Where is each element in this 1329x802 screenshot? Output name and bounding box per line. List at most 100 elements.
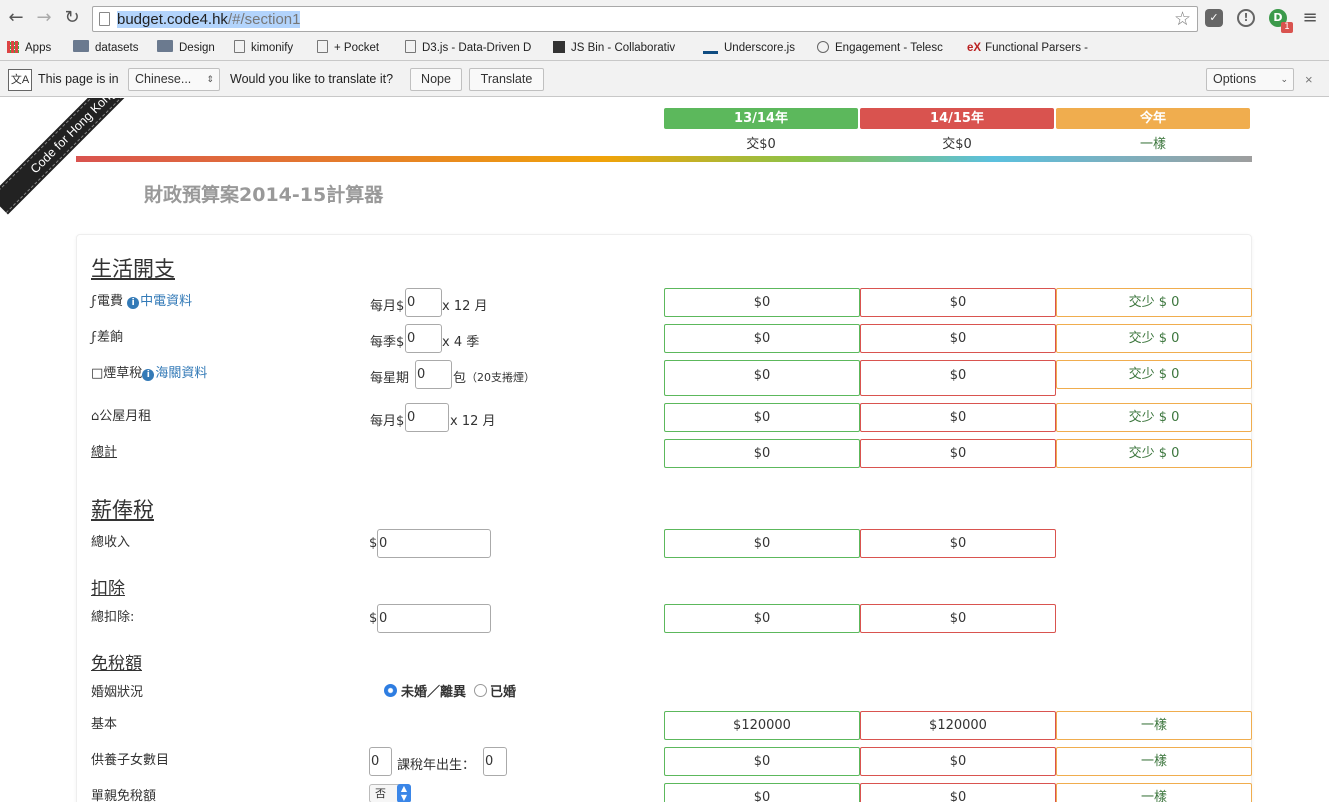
income-label: 總收入: [91, 535, 131, 550]
close-icon[interactable]: ×: [1305, 72, 1313, 87]
edx-icon: eX: [967, 42, 982, 54]
income-input[interactable]: 0: [377, 529, 491, 558]
folder-icon: [157, 40, 173, 52]
tobacco-1314: $0: [664, 360, 860, 396]
translate-bar: 文A This page is in Chinese... ⇕ Would you…: [0, 60, 1329, 97]
bookmark-engagement[interactable]: Engagement - Telesc: [817, 40, 953, 56]
summary-1314: 交$0: [746, 137, 776, 152]
bookmark-design[interactable]: Design: [157, 40, 215, 56]
bookmark-star-icon[interactable]: ☆: [1174, 8, 1191, 30]
back-arrow-icon[interactable]: ←: [6, 8, 26, 28]
rates-label: ϝ差餉: [91, 330, 123, 345]
reload-icon[interactable]: ↻: [62, 8, 82, 28]
deductions-heading: 扣除: [91, 579, 125, 599]
bookmark-pocket[interactable]: + Pocket: [317, 40, 379, 56]
url-path: /#/section1: [227, 11, 301, 28]
tobacco-note: （20支捲煙）: [466, 371, 535, 384]
chevron-down-icon: ⌄: [1280, 74, 1288, 84]
tobacco-prefix: 每星期: [370, 371, 410, 386]
page-icon: [405, 40, 416, 53]
bookmark-apps[interactable]: Apps: [7, 40, 51, 56]
forward-arrow-icon[interactable]: →: [34, 8, 54, 28]
bookmarks-bar: Apps datasets Design kimonify + Pocket D…: [0, 36, 1329, 60]
summary-1415: 交$0: [942, 137, 972, 152]
extension-badge: 1: [1281, 22, 1293, 33]
url-text[interactable]: budget.code4.hk/#/section1: [117, 11, 301, 28]
rates-1314: $0: [664, 324, 860, 353]
deductions-input[interactable]: 0: [377, 604, 491, 633]
rainbow-divider: [76, 156, 1252, 162]
living-total-1314: $0: [664, 439, 860, 468]
single-parent-select[interactable]: 否 ▲ ▼: [369, 784, 411, 802]
single-parent-diff: 一樣: [1056, 783, 1252, 802]
rent-diff: 交少 $ 0: [1056, 403, 1252, 432]
income-1314: $0: [664, 529, 860, 558]
marital-label: 婚姻狀況: [91, 685, 144, 700]
salary-tax-heading: 薪俸稅: [91, 498, 154, 522]
rent-suffix: x 12 月: [450, 414, 496, 429]
rent-label: ⌂公屋月租: [91, 409, 152, 424]
radio-married[interactable]: [474, 684, 487, 697]
translate-button[interactable]: Translate: [469, 68, 544, 91]
living-total-label: 總計: [91, 445, 118, 460]
nope-button[interactable]: Nope: [410, 68, 462, 91]
rent-1314: $0: [664, 403, 860, 432]
page-icon: [99, 12, 110, 26]
page-icon: [234, 40, 245, 53]
children-1415: $0: [860, 747, 1056, 776]
born-input[interactable]: 0: [483, 747, 507, 776]
rates-prefix: 每季$: [370, 335, 405, 350]
telescope-icon: [817, 41, 829, 53]
options-select[interactable]: Options ⌄: [1206, 68, 1294, 91]
tobacco-input[interactable]: 0: [415, 360, 452, 389]
electricity-prefix: 每月$: [370, 299, 405, 314]
bookmark-datasets[interactable]: datasets: [73, 40, 138, 56]
select-arrows-icon: ▲ ▼: [397, 784, 411, 802]
menu-icon[interactable]: ≡: [1300, 8, 1320, 28]
radio-married-label[interactable]: 已婚: [490, 681, 516, 700]
page-title: 財政預算案2014-15計算器: [144, 184, 384, 206]
rent-prefix: 每月$: [370, 414, 405, 429]
rates-input[interactable]: 0: [405, 324, 442, 353]
children-1314: $0: [664, 747, 860, 776]
living-total-1415: $0: [860, 439, 1056, 468]
column-header-1314: 13/14年: [664, 108, 858, 129]
browser-toolbar: ← → ↻ budget.code4.hk/#/section1 ☆ ✓ ! D…: [0, 0, 1329, 36]
info-icon: i: [142, 369, 155, 381]
bookmark-functional-parsers[interactable]: eX Functional Parsers -: [967, 40, 1099, 56]
bookmark-underscore[interactable]: Underscore.js: [703, 40, 795, 56]
bookmark-jsbin[interactable]: JS Bin - Collaborativ: [553, 40, 689, 56]
rent-1415: $0: [860, 403, 1056, 432]
tobacco-1415: $0: [860, 360, 1056, 396]
electricity-input[interactable]: 0: [405, 288, 442, 317]
column-header-this-year: 今年: [1056, 108, 1250, 129]
pocket-icon[interactable]: ✓: [1205, 9, 1223, 27]
info-icon: i: [127, 297, 140, 309]
folder-icon: [73, 40, 89, 52]
electricity-label: ϝ電費 i 中電資料: [91, 294, 193, 309]
radio-single-label[interactable]: 未婚／離異: [401, 681, 466, 700]
children-input[interactable]: 0: [369, 747, 392, 776]
radio-single[interactable]: [384, 684, 397, 697]
deductions-1314: $0: [664, 604, 860, 633]
living-expenses-heading: 生活開支: [91, 257, 175, 281]
square-icon: □: [91, 366, 104, 381]
apps-grid-icon: [7, 41, 19, 53]
rent-input[interactable]: 0: [405, 403, 449, 432]
single-parent-label: 單親免稅額: [91, 789, 157, 802]
deductions-1415: $0: [860, 604, 1056, 633]
language-select[interactable]: Chinese... ⇕: [128, 68, 220, 91]
tobacco-label: □煙草稅 i 海關資料: [91, 366, 208, 381]
info-extension-icon[interactable]: !: [1237, 9, 1255, 27]
bookmark-d3js[interactable]: D3.js - Data-Driven D: [405, 40, 541, 56]
customs-data-link[interactable]: 海關資料: [155, 366, 207, 381]
translate-question: Would you like to translate it?: [230, 72, 394, 86]
clp-data-link[interactable]: 中電資料: [140, 294, 192, 309]
address-bar[interactable]: budget.code4.hk/#/section1 ☆: [92, 6, 1198, 32]
single-parent-1415: $0: [860, 783, 1056, 802]
translate-prefix: This page is in: [38, 72, 119, 86]
basic-allowance-label: 基本: [91, 717, 118, 732]
income-1415: $0: [860, 529, 1056, 558]
bookmark-kimonify[interactable]: kimonify: [234, 40, 293, 56]
children-label: 供養子女數目: [91, 753, 170, 768]
